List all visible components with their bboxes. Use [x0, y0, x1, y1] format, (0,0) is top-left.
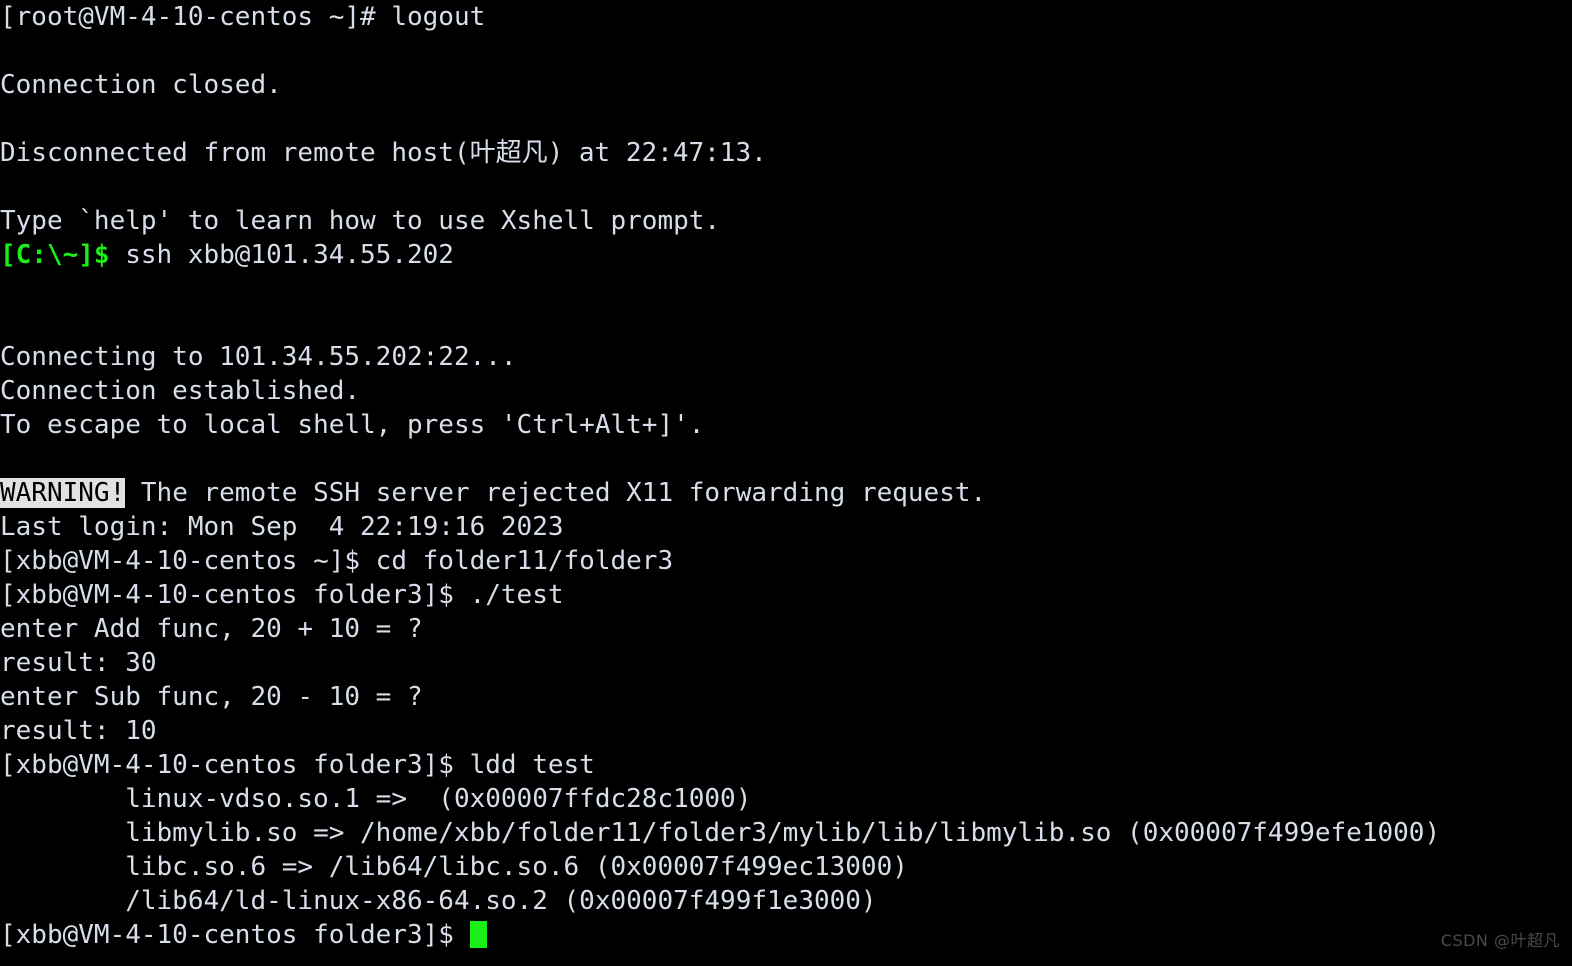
terminal-text: Connecting to 101.34.55.202:22... [0, 342, 517, 372]
terminal-text: Last login: Mon Sep 4 22:19:16 2023 [0, 512, 564, 542]
shell-prompt: [C:\~]$ [0, 240, 110, 270]
terminal-text: result: 10 [0, 716, 157, 746]
terminal-text: To escape to local shell, press 'Ctrl+Al… [0, 410, 705, 440]
terminal-text: [xbb@VM-4-10-centos folder3]$ ldd test [0, 750, 595, 780]
terminal-line: Connection closed. [0, 68, 1572, 102]
terminal-line: libmylib.so => /home/xbb/folder11/folder… [0, 816, 1572, 850]
terminal-text: libmylib.so => /home/xbb/folder11/folder… [0, 818, 1441, 848]
terminal-line: /lib64/ld-linux-x86-64.so.2 (0x00007f499… [0, 884, 1572, 918]
terminal-text: [xbb@VM-4-10-centos ~]$ cd folder11/fold… [0, 546, 674, 576]
terminal-line: Type `help' to learn how to use Xshell p… [0, 204, 1572, 238]
terminal-line: Connecting to 101.34.55.202:22... [0, 340, 1572, 374]
terminal-text: Disconnected from remote host(叶超凡) at 22… [0, 138, 767, 168]
terminal-line: [root@VM-4-10-centos ~]# logout [0, 0, 1572, 34]
terminal-text: [xbb@VM-4-10-centos folder3]$ [0, 920, 470, 950]
terminal-line: [xbb@VM-4-10-centos ~]$ cd folder11/fold… [0, 544, 1572, 578]
terminal-line: To escape to local shell, press 'Ctrl+Al… [0, 408, 1572, 442]
terminal-line: result: 10 [0, 714, 1572, 748]
terminal-text: [root@VM-4-10-centos ~]# logout [0, 2, 486, 32]
csdn-watermark: CSDN @叶超凡 [1440, 931, 1560, 950]
terminal-line: linux-vdso.so.1 => (0x00007ffdc28c1000) [0, 782, 1572, 816]
terminal-line: [xbb@VM-4-10-centos folder3]$ [0, 918, 1572, 952]
terminal-window[interactable]: [root@VM-4-10-centos ~]# logout Connectio… [0, 0, 1572, 966]
terminal-output-area[interactable]: [root@VM-4-10-centos ~]# logout Connectio… [0, 0, 1572, 966]
warning-badge: WARNING! [0, 478, 126, 508]
text-cursor [469, 921, 487, 948]
terminal-text: libc.so.6 => /lib64/libc.so.6 (0x00007f4… [0, 852, 908, 882]
terminal-line: [C:\~]$ ssh xbb@101.34.55.202 [0, 238, 1572, 272]
terminal-line: Connection established. [0, 374, 1572, 408]
terminal-line: libc.so.6 => /lib64/libc.so.6 (0x00007f4… [0, 850, 1572, 884]
terminal-text: The remote SSH server rejected X11 forwa… [125, 478, 987, 508]
terminal-text: Type `help' to learn how to use Xshell p… [0, 206, 721, 236]
terminal-line: [xbb@VM-4-10-centos folder3]$ ldd test [0, 748, 1572, 782]
terminal-text: [xbb@VM-4-10-centos folder3]$ ./test [0, 580, 564, 610]
terminal-text: linux-vdso.so.1 => (0x00007ffdc28c1000) [0, 784, 752, 814]
terminal-text: result: 30 [0, 648, 157, 678]
terminal-line: Last login: Mon Sep 4 22:19:16 2023 [0, 510, 1572, 544]
terminal-text: enter Sub func, 20 - 10 = ? [0, 682, 423, 712]
terminal-text: Connection established. [0, 376, 361, 406]
terminal-text: Connection closed. [0, 70, 282, 100]
terminal-line: result: 30 [0, 646, 1572, 680]
terminal-line: [xbb@VM-4-10-centos folder3]$ ./test [0, 578, 1572, 612]
terminal-line: enter Add func, 20 + 10 = ? [0, 612, 1572, 646]
terminal-text: enter Add func, 20 + 10 = ? [0, 614, 423, 644]
terminal-line: enter Sub func, 20 - 10 = ? [0, 680, 1572, 714]
terminal-line: Disconnected from remote host(叶超凡) at 22… [0, 136, 1572, 170]
terminal-line: WARNING! The remote SSH server rejected … [0, 476, 1572, 510]
terminal-text: /lib64/ld-linux-x86-64.so.2 (0x00007f499… [0, 886, 877, 916]
terminal-text: ssh xbb@101.34.55.202 [109, 240, 454, 270]
